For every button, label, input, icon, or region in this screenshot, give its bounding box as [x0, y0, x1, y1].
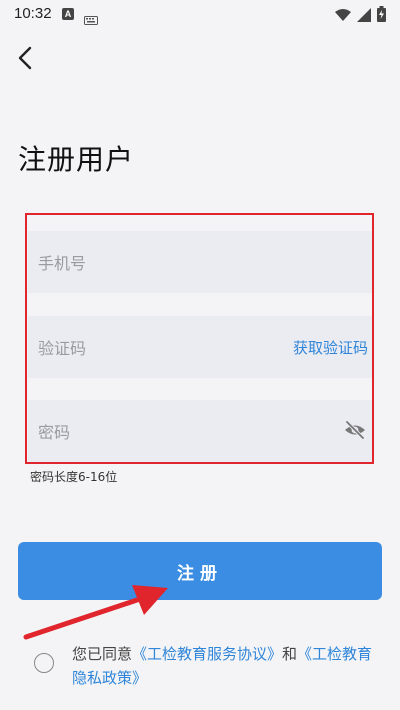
notification-icon: A	[62, 8, 74, 20]
password-input[interactable]	[36, 400, 280, 464]
status-icons	[335, 6, 386, 26]
code-field: 获取验证码	[28, 316, 374, 380]
chevron-left-icon	[18, 46, 32, 70]
password-field	[28, 400, 374, 464]
verification-code-input[interactable]	[36, 316, 280, 380]
phone-input[interactable]	[36, 231, 280, 295]
keyboard-icon	[84, 10, 98, 29]
password-hint: 密码长度6-16位	[30, 470, 118, 484]
phone-field	[28, 231, 374, 295]
agree-checkbox[interactable]	[34, 653, 54, 673]
page-title: 注册用户	[18, 143, 135, 176]
wifi-icon	[335, 7, 351, 26]
get-code-button[interactable]: 获取验证码	[293, 337, 368, 358]
status-time: 10:32	[14, 5, 52, 22]
battery-charging-icon	[377, 6, 386, 26]
register-button[interactable]: 注册	[18, 542, 382, 600]
agreement-prefix: 您已同意	[72, 645, 133, 663]
agreement-text: 您已同意《工检教育服务协议》和《工检教育隐私政策》	[72, 642, 382, 690]
eye-off-icon[interactable]	[344, 420, 366, 444]
service-agreement-link[interactable]: 《工检教育服务协议》	[132, 645, 282, 663]
back-button[interactable]	[14, 44, 38, 72]
signal-icon	[357, 7, 371, 26]
agreement-conjunction: 和	[282, 645, 298, 663]
status-bar: 10:32 A	[0, 0, 400, 28]
